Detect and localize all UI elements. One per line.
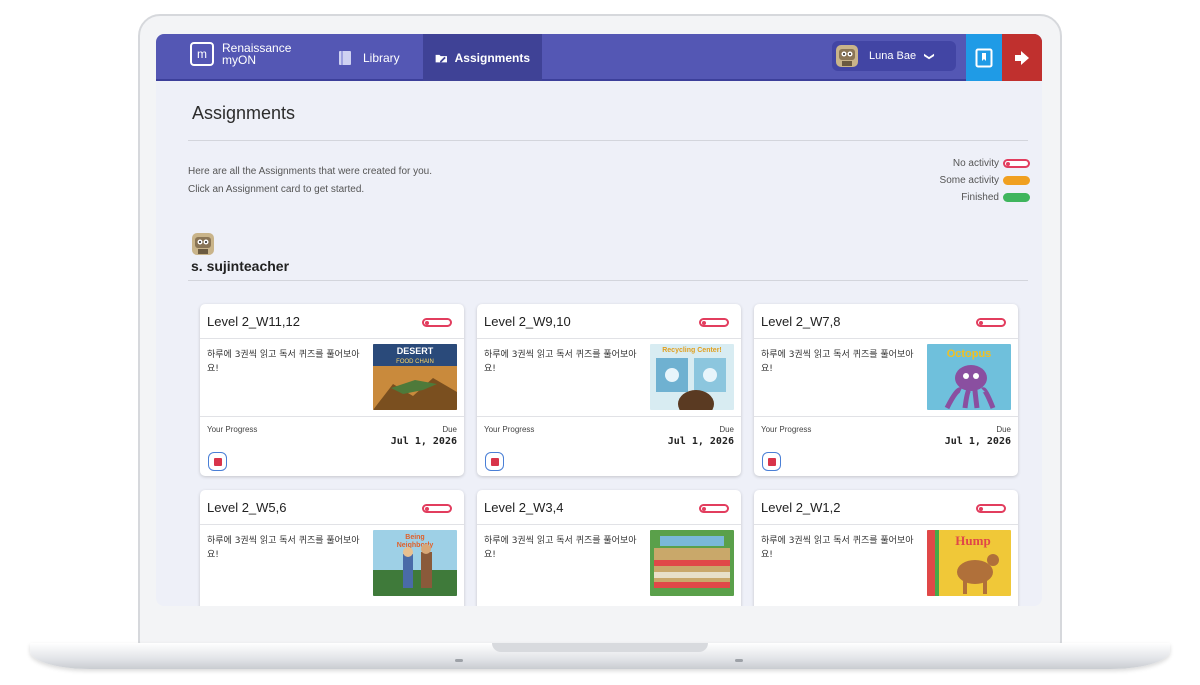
- book-cover: Being Neighborly: [373, 530, 457, 596]
- book-icon: [339, 50, 351, 65]
- status-legend: No activity Some activity Finished: [940, 155, 1030, 206]
- no-activity-indicator: [976, 318, 1006, 327]
- intro-line2: Click an Assignment card to get started.: [188, 184, 365, 195]
- due-label: Due: [996, 425, 1011, 434]
- bookmark-icon: [975, 48, 993, 67]
- progress-label: Your Progress: [484, 425, 535, 434]
- laptop-notch: [492, 643, 708, 652]
- finished-indicator: [1003, 193, 1030, 202]
- book-cover: [650, 530, 734, 596]
- progress-label: Your Progress: [207, 425, 258, 434]
- book-cover: Recycling Center!: [650, 344, 734, 410]
- top-nav: m Renaissance myON Library Assignments L…: [156, 34, 1042, 81]
- card-title: Level 2_W9,10: [484, 314, 571, 329]
- svg-text:FOOD CHAIN: FOOD CHAIN: [396, 359, 434, 365]
- no-activity-indicator: [422, 318, 452, 327]
- card-description: 하루에 3권씩 읽고 독서 퀴즈를 풀어보아요!: [207, 350, 360, 374]
- card-description: 하루에 3권씩 읽고 독서 퀴즈를 풀어보아요!: [761, 536, 914, 560]
- svg-text:Recycling Center!: Recycling Center!: [662, 347, 722, 354]
- assignment-card[interactable]: Level 2_W3,4 하루에 3권씩 읽고 독서 퀴즈를 풀어보아요!: [477, 490, 741, 606]
- logo-icon: m: [190, 42, 214, 66]
- page-title: Assignments: [192, 103, 296, 123]
- card-description: 하루에 3권씩 읽고 독서 퀴즈를 풀어보아요!: [207, 536, 360, 560]
- intro-text: Here are all the Assignments that were c…: [188, 163, 432, 199]
- title-divider: [188, 140, 1028, 141]
- svg-text:DESERT: DESERT: [397, 346, 434, 356]
- teacher-divider: [188, 280, 1028, 281]
- nav-library[interactable]: Library: [326, 34, 412, 81]
- nav-library-label: Library: [363, 50, 400, 65]
- svg-text:Hump: Hump: [955, 533, 990, 548]
- card-description: 하루에 3권씩 읽고 독서 퀴즈를 풀어보아요!: [761, 350, 914, 374]
- logout-button[interactable]: [1002, 34, 1042, 81]
- no-activity-indicator: [699, 504, 729, 513]
- assignment-card[interactable]: Level 2_W1,2 하루에 3권씩 읽고 독서 퀴즈를 풀어보아요! Hu…: [754, 490, 1018, 606]
- logo-line2: myON: [222, 53, 256, 67]
- due-label: Due: [719, 425, 734, 434]
- teacher-name: s. sujinteacher: [191, 258, 290, 274]
- nav-assignments[interactable]: Assignments: [423, 34, 542, 81]
- teacher-avatar: [192, 233, 214, 255]
- assignment-card[interactable]: Level 2_W11,12 하루에 3권씩 읽고 독서 퀴즈를 풀어보아요! …: [200, 304, 464, 476]
- due-date: Jul 1, 2026: [944, 436, 1011, 447]
- card-title: Level 2_W3,4: [484, 500, 564, 515]
- book-icon[interactable]: [762, 452, 781, 471]
- card-description: 하루에 3권씩 읽고 독서 퀴즈를 풀어보아요!: [484, 536, 637, 560]
- card-title: Level 2_W7,8: [761, 314, 841, 329]
- user-name: Luna Bae: [869, 50, 917, 62]
- assignment-card[interactable]: Level 2_W9,10 하루에 3권씩 읽고 독서 퀴즈를 풀어보아요! R…: [477, 304, 741, 476]
- legend-some-activity: Some activity: [939, 175, 999, 186]
- due-date: Jul 1, 2026: [390, 436, 457, 447]
- book-cover: Hump: [927, 530, 1011, 596]
- bookmark-button[interactable]: [966, 34, 1002, 81]
- due-date: Jul 1, 2026: [667, 436, 734, 447]
- screen: m Renaissance myON Library Assignments L…: [156, 34, 1042, 606]
- avatar: [836, 45, 858, 67]
- no-activity-indicator: [976, 504, 1006, 513]
- legend-finished: Finished: [961, 192, 999, 203]
- laptop-foot: [455, 659, 463, 662]
- intro-line1: Here are all the Assignments that were c…: [188, 166, 433, 177]
- no-activity-indicator: [1003, 159, 1030, 168]
- book-cover: DESERT FOOD CHAIN: [373, 344, 457, 410]
- book-icon[interactable]: [208, 452, 227, 471]
- progress-label: Your Progress: [761, 425, 812, 434]
- laptop-foot: [735, 659, 743, 662]
- legend-no-activity: No activity: [952, 158, 999, 169]
- chevron-down-icon: ❯: [923, 51, 935, 61]
- card-title: Level 2_W1,2: [761, 500, 841, 515]
- book-cover: Octopus: [927, 344, 1011, 410]
- svg-text:Being: Being: [405, 534, 424, 541]
- assignment-card[interactable]: Level 2_W5,6 하루에 3권씩 읽고 독서 퀴즈를 풀어보아요! Be…: [200, 490, 464, 606]
- no-activity-indicator: [422, 504, 452, 513]
- card-title: Level 2_W11,12: [207, 314, 300, 329]
- due-label: Due: [442, 425, 457, 434]
- card-description: 하루에 3권씩 읽고 독서 퀴즈를 풀어보아요!: [484, 350, 637, 374]
- svg-text:Octopus: Octopus: [947, 348, 992, 360]
- book-icon[interactable]: [485, 452, 504, 471]
- card-title: Level 2_W5,6: [207, 500, 287, 515]
- app-logo[interactable]: m Renaissance myON: [190, 42, 291, 66]
- user-menu[interactable]: Luna Bae ❯: [832, 41, 956, 71]
- some-activity-indicator: [1003, 176, 1030, 185]
- folder-pencil-icon: [435, 54, 448, 62]
- nav-assignments-label: Assignments: [454, 50, 530, 65]
- logout-icon: [1015, 50, 1029, 65]
- assignment-card[interactable]: Level 2_W7,8 하루에 3권씩 읽고 독서 퀴즈를 풀어보아요! Oc…: [754, 304, 1018, 476]
- no-activity-indicator: [699, 318, 729, 327]
